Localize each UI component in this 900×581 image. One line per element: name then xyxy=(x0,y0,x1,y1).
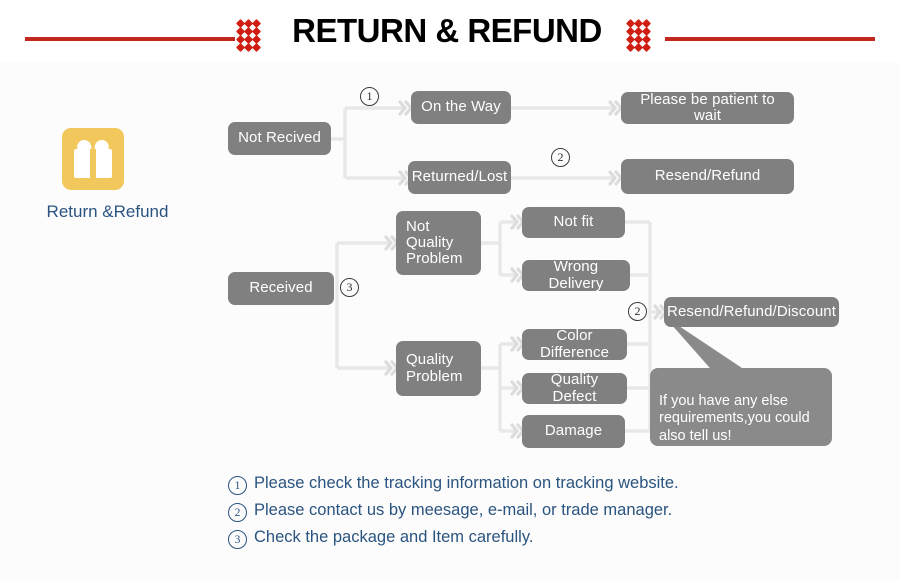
node-label: Not fit xyxy=(553,213,594,231)
node-on-the-way[interactable]: On the Way xyxy=(411,91,511,124)
node-label: Quality Problem xyxy=(406,351,463,385)
node-quality-problem[interactable]: Quality Problem xyxy=(396,341,481,396)
marker-2-top: 2 xyxy=(551,148,570,167)
marker-1: 1 xyxy=(360,87,379,106)
marker-label: 3 xyxy=(346,280,353,294)
note-item: 1 Please check the tracking information … xyxy=(228,474,788,495)
node-label: Damage xyxy=(544,422,603,440)
node-damage[interactable]: Damage xyxy=(522,415,625,448)
node-label: Not Quality Problem xyxy=(406,217,463,268)
note-text: Check the package and Item carefully. xyxy=(254,528,534,546)
node-label: Quality Defect xyxy=(550,371,599,405)
return-refund-infographic: RETURN & REFUND Return &Refund Not Reciv… xyxy=(0,0,900,581)
node-wrong-delivery[interactable]: Wrong Delivery xyxy=(522,258,630,292)
node-resend-refund[interactable]: Resend/Refund xyxy=(621,159,794,194)
node-color-difference[interactable]: Color Difference xyxy=(522,327,627,361)
speech-bubble: If you have any else requirements,you co… xyxy=(650,368,832,446)
node-label: Please be patient to wait xyxy=(640,90,775,124)
marker-label: 2 xyxy=(557,150,564,164)
node-label: Color Difference xyxy=(539,327,610,361)
node-please-be-patient[interactable]: Please be patient to wait xyxy=(621,90,794,124)
marker-2-bottom: 2 xyxy=(628,302,647,321)
note-number: 3 xyxy=(228,530,247,549)
node-not-quality-problem[interactable]: Not Quality Problem xyxy=(396,211,481,275)
node-label: Received xyxy=(249,279,313,297)
node-resend-refund-discount[interactable]: Resend/Refund/Discount xyxy=(664,297,839,327)
node-label: Not Recived xyxy=(238,129,321,147)
marker-3: 3 xyxy=(340,278,359,297)
node-label: Wrong Delivery xyxy=(548,258,604,292)
note-number: 1 xyxy=(228,476,247,495)
note-text: Please check the tracking information on… xyxy=(254,474,679,492)
node-label: Resend/Refund xyxy=(654,167,761,185)
marker-label: 1 xyxy=(366,89,373,103)
speech-bubble-text: If you have any else requirements,you co… xyxy=(659,392,810,445)
note-item: 3 Check the package and Item carefully. xyxy=(228,528,788,549)
note-number: 2 xyxy=(228,503,247,522)
node-not-recived[interactable]: Not Recived xyxy=(228,122,331,155)
node-label: On the Way xyxy=(421,98,501,116)
node-not-fit[interactable]: Not fit xyxy=(522,207,625,238)
node-returned-lost[interactable]: Returned/Lost xyxy=(408,161,511,194)
marker-label: 2 xyxy=(634,304,641,318)
node-label: Resend/Refund/Discount xyxy=(667,302,836,320)
node-quality-defect[interactable]: Quality Defect xyxy=(522,371,627,405)
node-label: Returned/Lost xyxy=(411,168,508,186)
note-text: Please contact us by meesage, e-mail, or… xyxy=(254,501,673,519)
node-received[interactable]: Received xyxy=(228,272,334,305)
notes-list: 1 Please check the tracking information … xyxy=(228,474,788,555)
note-item: 2 Please contact us by meesage, e-mail, … xyxy=(228,501,788,522)
